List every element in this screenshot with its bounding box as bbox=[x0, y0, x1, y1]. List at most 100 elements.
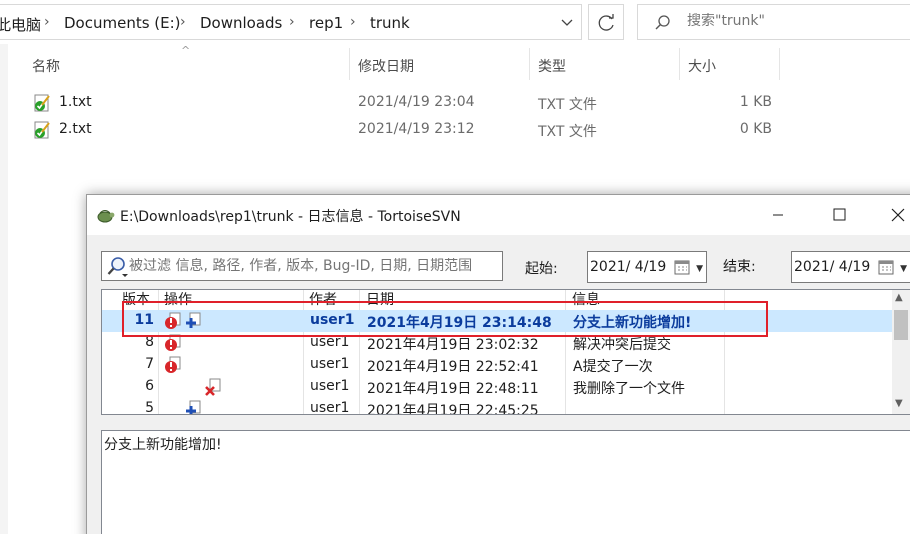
revision-number: 7 bbox=[145, 356, 154, 372]
breadcrumb-separator: › bbox=[289, 14, 295, 30]
file-name: 1.txt bbox=[59, 94, 92, 110]
commit-date: 2021年4月19日 22:48:11 bbox=[367, 381, 539, 397]
to-date-value: 2021/ 4/19 bbox=[794, 259, 871, 275]
chevron-down-icon[interactable] bbox=[558, 13, 576, 31]
log-message-pane[interactable]: 分支上新功能增加! bbox=[101, 430, 910, 534]
commit-date: 2021年4月19日 23:02:32 bbox=[367, 337, 539, 353]
to-label: 结束: bbox=[723, 259, 756, 275]
revision-row[interactable]: 7 user1 2021年4月19日 22:52:41 A提交了一次 bbox=[102, 354, 892, 376]
filter-box[interactable] bbox=[101, 251, 503, 281]
breadcrumb-downloads[interactable]: Downloads bbox=[200, 14, 282, 32]
search-input[interactable] bbox=[687, 13, 887, 29]
file-name: 2.txt bbox=[59, 121, 92, 137]
revision-row-selected[interactable]: 11 user1 2021年4月19日 23:14:48 分支上新功能增加! bbox=[102, 310, 892, 332]
from-date-picker[interactable]: 2021/ 4/19 ▼ bbox=[587, 251, 707, 283]
column-header-message[interactable]: 信息 bbox=[569, 290, 600, 310]
file-type: TXT 文件 bbox=[538, 97, 597, 113]
refresh-button[interactable] bbox=[588, 4, 624, 40]
revision-number: 5 bbox=[145, 400, 154, 415]
scroll-down-icon[interactable]: ▼ bbox=[895, 398, 903, 409]
calendar-icon[interactable] bbox=[674, 260, 690, 275]
column-header-date[interactable]: 修改日期 bbox=[358, 56, 414, 76]
svn-log-window[interactable]: E:\Downloads\rep1\trunk - 日志信息 - Tortois… bbox=[86, 194, 910, 534]
revision-list[interactable]: 版本 操作 作者 日期 信息 11 user1 2021年4月19日 23:14… bbox=[101, 289, 910, 415]
maximize-icon bbox=[833, 208, 846, 221]
column-header-actions[interactable]: 操作 bbox=[161, 290, 192, 310]
file-row[interactable]: 2.txt 2021/4/19 23:12 TXT 文件 0 KB bbox=[30, 118, 790, 144]
author: user1 bbox=[310, 356, 350, 372]
vertical-scrollbar[interactable]: ▲ ▼ bbox=[892, 290, 910, 414]
column-divider[interactable] bbox=[779, 48, 780, 80]
revision-row[interactable]: 5 user1 2021年4月19日 22:45:25 bbox=[102, 398, 892, 415]
breadcrumb-separator: › bbox=[350, 14, 356, 30]
from-label: 起始: bbox=[525, 261, 558, 277]
search-box[interactable] bbox=[637, 4, 910, 40]
breadcrumb-trunk[interactable]: trunk bbox=[370, 14, 410, 32]
window-title: E:\Downloads\rep1\trunk - 日志信息 - Tortois… bbox=[120, 209, 461, 225]
search-icon[interactable] bbox=[106, 256, 128, 278]
tortoisesvn-icon bbox=[97, 210, 115, 223]
column-header-name[interactable]: 名称 bbox=[32, 56, 60, 76]
author: user1 bbox=[310, 312, 355, 328]
column-header-date[interactable]: 日期 bbox=[363, 290, 394, 310]
svn-normal-file-icon bbox=[34, 94, 50, 112]
column-divider[interactable] bbox=[529, 48, 530, 80]
close-button[interactable] bbox=[875, 195, 910, 235]
revision-row[interactable]: 6 user1 2021年4月19日 22:48:11 我删除了一个文件 bbox=[102, 376, 892, 398]
commit-message: 分支上新功能增加! bbox=[573, 315, 692, 331]
column-header-type[interactable]: 类型 bbox=[538, 56, 566, 76]
dropdown-arrow-icon[interactable]: ▼ bbox=[696, 264, 703, 274]
commit-date: 2021年4月19日 22:45:25 bbox=[367, 403, 539, 415]
added-icon bbox=[186, 312, 201, 328]
commit-message: 解决冲突后提交 bbox=[573, 337, 671, 353]
column-divider[interactable] bbox=[679, 48, 680, 80]
column-divider[interactable] bbox=[349, 48, 350, 80]
breadcrumb-separator: › bbox=[44, 14, 50, 30]
minimize-icon bbox=[773, 214, 783, 216]
title-bar[interactable]: E:\Downloads\rep1\trunk - 日志信息 - Tortois… bbox=[87, 195, 910, 235]
revision-number: 11 bbox=[134, 312, 154, 328]
column-header-size[interactable]: 大小 bbox=[688, 56, 716, 76]
navigation-pane bbox=[0, 44, 8, 534]
file-size: 1 KB bbox=[739, 94, 772, 110]
filter-input[interactable] bbox=[129, 258, 499, 274]
file-type: TXT 文件 bbox=[538, 124, 597, 140]
refresh-icon bbox=[598, 14, 614, 31]
revision-row[interactable]: 8 user1 2021年4月19日 23:02:32 解决冲突后提交 bbox=[102, 332, 892, 354]
author: user1 bbox=[310, 378, 350, 394]
file-date: 2021/4/19 23:12 bbox=[358, 121, 475, 137]
search-icon bbox=[655, 15, 670, 30]
column-header-author[interactable]: 作者 bbox=[306, 290, 337, 310]
minimize-button[interactable] bbox=[755, 195, 801, 235]
file-size: 0 KB bbox=[739, 121, 772, 137]
breadcrumb-separator: › bbox=[180, 14, 186, 30]
breadcrumb-documents[interactable]: Documents (E:) bbox=[64, 14, 181, 32]
calendar-icon[interactable] bbox=[878, 260, 894, 275]
to-date-picker[interactable]: 2021/ 4/19 ▼ bbox=[791, 251, 910, 283]
file-date: 2021/4/19 23:04 bbox=[358, 94, 475, 110]
commit-date: 2021年4月19日 23:14:48 bbox=[367, 315, 552, 331]
commit-date: 2021年4月19日 22:52:41 bbox=[367, 359, 539, 375]
column-header-revision[interactable]: 版本 bbox=[119, 290, 150, 310]
added-icon bbox=[186, 400, 201, 414]
revision-number: 8 bbox=[145, 334, 154, 350]
dropdown-arrow-icon[interactable]: ▼ bbox=[900, 264, 907, 274]
maximize-button[interactable] bbox=[816, 195, 862, 235]
from-date-value: 2021/ 4/19 bbox=[590, 259, 667, 275]
modified-icon bbox=[165, 312, 181, 329]
scroll-up-icon[interactable]: ▲ bbox=[895, 292, 903, 303]
commit-message: 我删除了一个文件 bbox=[573, 381, 685, 397]
file-row[interactable]: 1.txt 2021/4/19 23:04 TXT 文件 1 KB bbox=[30, 91, 790, 117]
commit-message: A提交了一次 bbox=[573, 359, 653, 375]
modified-icon bbox=[165, 334, 181, 351]
scrollbar-thumb[interactable] bbox=[894, 310, 908, 340]
breadcrumb-this-pc[interactable]: 此电脑 bbox=[0, 14, 41, 35]
close-icon bbox=[891, 208, 905, 222]
breadcrumb-rep1[interactable]: rep1 bbox=[309, 14, 343, 32]
address-bar[interactable]: 此电脑 › Documents (E:) › Downloads › rep1 … bbox=[0, 4, 582, 40]
revision-number: 6 bbox=[145, 378, 154, 394]
sort-ascending-icon: ^ bbox=[181, 44, 191, 57]
modified-icon bbox=[165, 356, 181, 373]
log-message-text: 分支上新功能增加! bbox=[104, 437, 222, 453]
deleted-icon bbox=[205, 378, 221, 396]
